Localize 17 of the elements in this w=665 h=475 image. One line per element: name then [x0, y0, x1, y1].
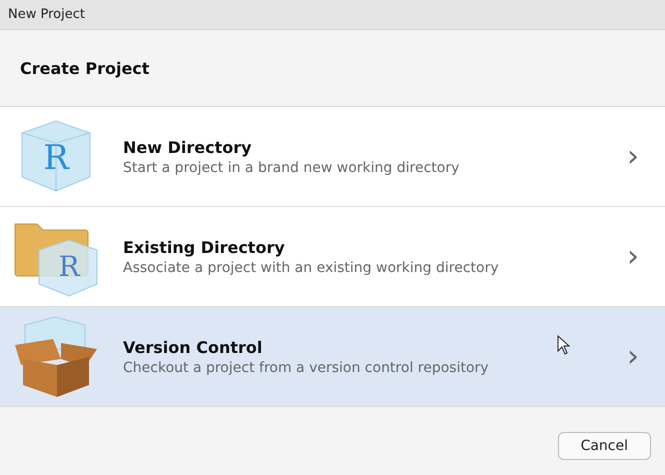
chevron-icon: › — [627, 142, 639, 172]
option-row[interactable]: R New Directory Start a project in a brand new working directory › — [0, 107, 665, 207]
option-description: Checkout a project from a version control repository — [123, 360, 489, 376]
cursor-icon — [557, 335, 571, 355]
option-row[interactable]: R Existing Directory Associate a project with an existing working directory › — [0, 207, 665, 307]
cancel-button[interactable]: Cancel — [558, 432, 651, 460]
option-description: Associate a project with an existing working directory — [123, 260, 499, 276]
option-title: Version Control — [123, 338, 264, 356]
chevron-icon: › — [627, 342, 639, 372]
chevron-icon: › — [627, 242, 639, 272]
option-title: New Directory — [123, 138, 253, 156]
option-row[interactable]: Version Control Checkout a project from a version control repository › — [0, 307, 665, 407]
window-title: New Project — [8, 7, 85, 22]
option-description: Start a project in a brand new working directory — [123, 160, 460, 176]
dialog-heading: Create Project — [20, 58, 150, 78]
box-icon — [12, 314, 98, 398]
option-title: Existing Directory — [123, 238, 286, 256]
